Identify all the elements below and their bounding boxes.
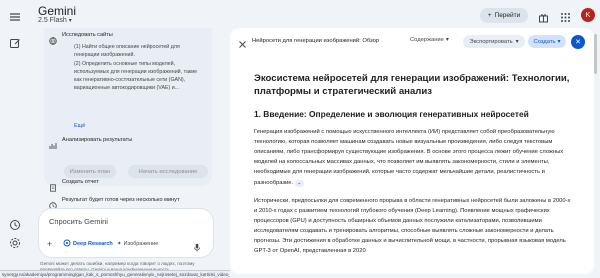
close-document-icon[interactable] [238,36,247,48]
document-icon [49,179,57,192]
export-button[interactable]: Экспортировать ▾ [463,35,525,48]
new-chat-icon[interactable] [9,36,21,48]
chevron-down-icon: ▾ [68,18,72,24]
expand-citation-icon[interactable]: ⌄ [294,179,304,187]
contents-label: Содержание [410,37,444,43]
document-body: Экосистема нейросетей для генерации изоб… [254,72,572,257]
document-toolbar: Нейросети для генерации изображений: Обз… [230,28,594,54]
section-heading: 1. Введение: Определение и эволюция гене… [254,108,529,119]
edit-plan-button[interactable]: Изменить план [64,165,116,178]
research-plan-card: Исследовать сайты (1) Найти общее описан… [44,28,212,186]
history-icon[interactable] [9,218,21,230]
microphone-icon[interactable] [193,239,201,252]
model-selector[interactable]: 2.5 Flash ▾ [38,17,72,24]
deep-research-label: Deep Research [73,240,113,247]
plan-step-eta: Результат будет готов через несколько ми… [62,197,180,203]
plan-step-research: Исследовать сайты [62,32,113,38]
image-tool-button[interactable]: ✦ Изображение [117,238,158,249]
more-link[interactable]: Ещё [74,123,85,129]
chevron-down-icon: ▾ [445,37,449,43]
prompt-placeholder: Спросить Gemini [49,217,108,226]
add-attachment-icon[interactable]: + [47,239,52,249]
menu-icon[interactable] [9,10,21,22]
contents-dropdown[interactable]: Содержание ▾ [410,37,449,43]
paragraph-history: Исторически, предпосылки для современног… [254,197,571,255]
scrollbar-thumb[interactable] [594,34,597,74]
scrollbar[interactable] [594,28,598,274]
clock-icon [49,197,57,210]
image-sparkle-icon: ✦ [117,240,122,247]
create-label: Создать [533,38,556,45]
start-research-button[interactable]: Начать исследование [128,165,208,178]
paragraph-intro-text: Генерация изображений с помощью искусств… [254,128,564,186]
telescope-icon [63,239,71,249]
export-label: Экспортировать [469,38,513,45]
globe-icon [49,32,57,45]
chart-icon [49,137,57,149]
go-button-label: Перейти [494,12,521,19]
plan-step-report: Создать отчет [62,179,99,185]
document-title: Нейросети для генерации изображений: Обз… [252,38,380,44]
plan-substep-1: (1) Найти общее описание нейросетей для … [74,44,180,58]
status-url-bar: synergy.ru/akademiya/programming/gan_kak… [0,270,230,278]
avatar[interactable]: K [581,8,595,22]
apps-grid-icon[interactable] [560,10,571,22]
model-label: 2.5 Flash [38,17,67,24]
go-button[interactable]: + Перейти [480,8,528,23]
document-heading: Экосистема нейросетей для генерации изоб… [254,73,570,98]
left-rail [0,0,30,278]
close-panel-button[interactable]: ✕ [571,35,585,49]
plan-substep-2: (2) Определить основные типы моделей, ис… [74,61,198,91]
settings-icon[interactable] [9,236,21,248]
research-document-panel: Нейросети для генерации изображений: Обз… [230,28,594,274]
plan-step-analyze: Анализировать результаты [62,137,133,143]
deep-research-toggle[interactable]: Deep Research [63,238,113,249]
gift-icon[interactable] [538,10,549,23]
plus-icon: + [487,12,492,19]
prompt-input[interactable]: Спросить Gemini + Deep Research ✦ Изобра… [38,208,214,258]
chevron-down-icon: ▾ [515,38,519,45]
chevron-down-icon: ▾ [557,38,561,45]
paragraph-intro: Генерация изображений с помощью искусств… [254,127,572,188]
image-label: Изображение [123,240,159,247]
create-button[interactable]: Создать ▾ [528,35,566,48]
top-header: Gemini 2.5 Flash ▾ + Перейти K [30,0,600,28]
app-title: Gemini [38,4,77,18]
